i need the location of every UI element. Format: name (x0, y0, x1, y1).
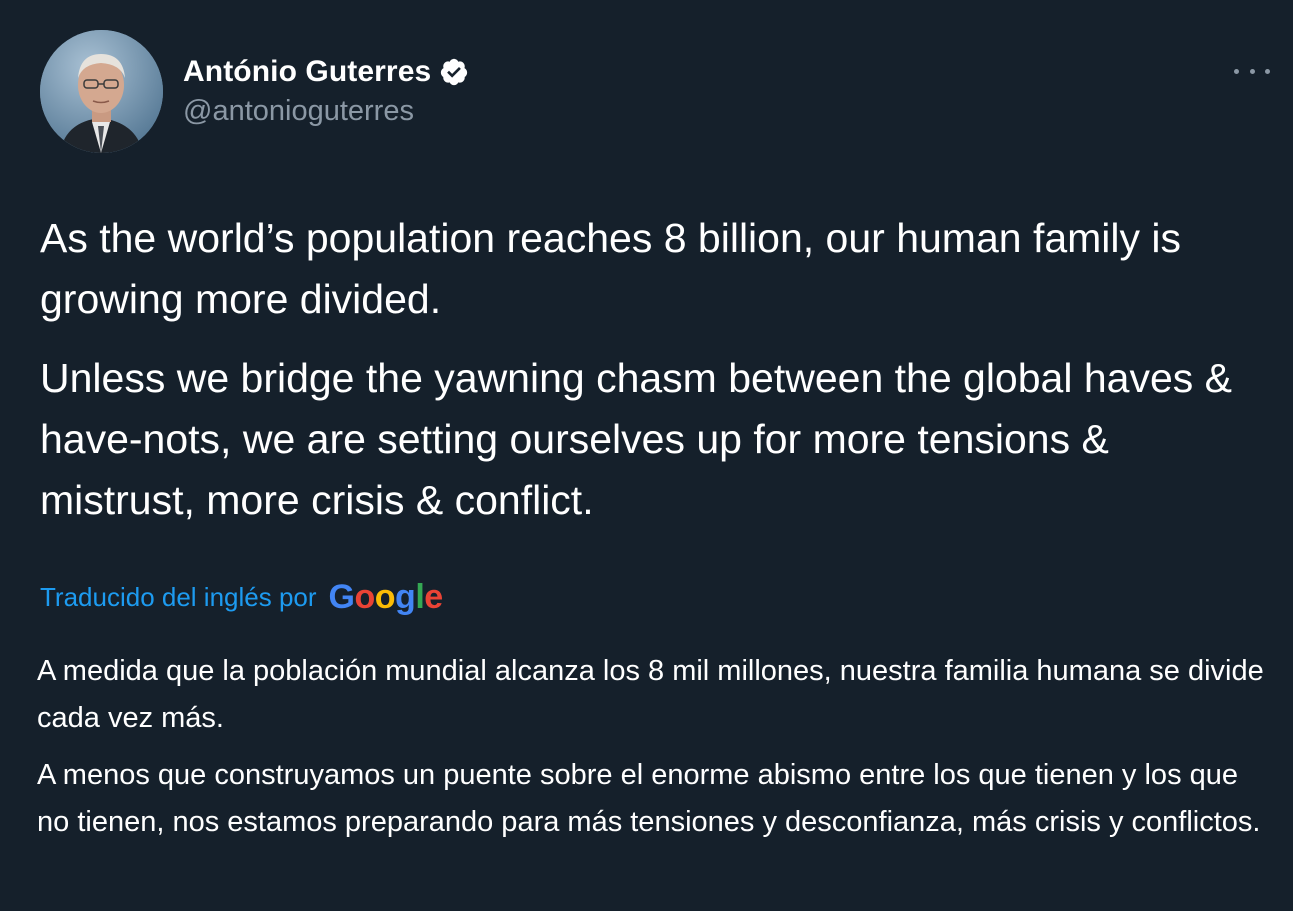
translated-text: A medida que la población mundial alcanz… (37, 648, 1267, 846)
translation-label: Traducido del inglés por (40, 581, 317, 612)
tweet-text: As the world’s population reaches 8 bill… (40, 208, 1260, 531)
author-handle[interactable]: @antonioguterres (183, 95, 414, 128)
verified-badge-icon (439, 57, 469, 87)
author-name-row: António Guterres (183, 52, 469, 92)
more-options-icon[interactable] (1234, 58, 1270, 84)
avatar-portrait (40, 30, 163, 153)
translation-paragraph: A menos que construyamos un puente sobre… (37, 759, 1261, 838)
translation-attribution[interactable]: Traducido del inglés por Google (40, 575, 443, 619)
tweet-card: António Guterres @antonioguterres As the… (0, 0, 1293, 911)
tweet-paragraph: Unless we bridge the yawning chasm betwe… (40, 355, 1232, 523)
google-logo: Google (328, 577, 444, 616)
translation-paragraph: A medida que la población mundial alcanz… (37, 655, 1264, 734)
dot (1265, 68, 1270, 74)
dot (1249, 68, 1255, 74)
display-name[interactable]: António Guterres (183, 55, 431, 89)
avatar[interactable] (40, 30, 163, 153)
dot (1234, 68, 1239, 74)
tweet-paragraph: As the world’s population reaches 8 bill… (40, 215, 1182, 322)
